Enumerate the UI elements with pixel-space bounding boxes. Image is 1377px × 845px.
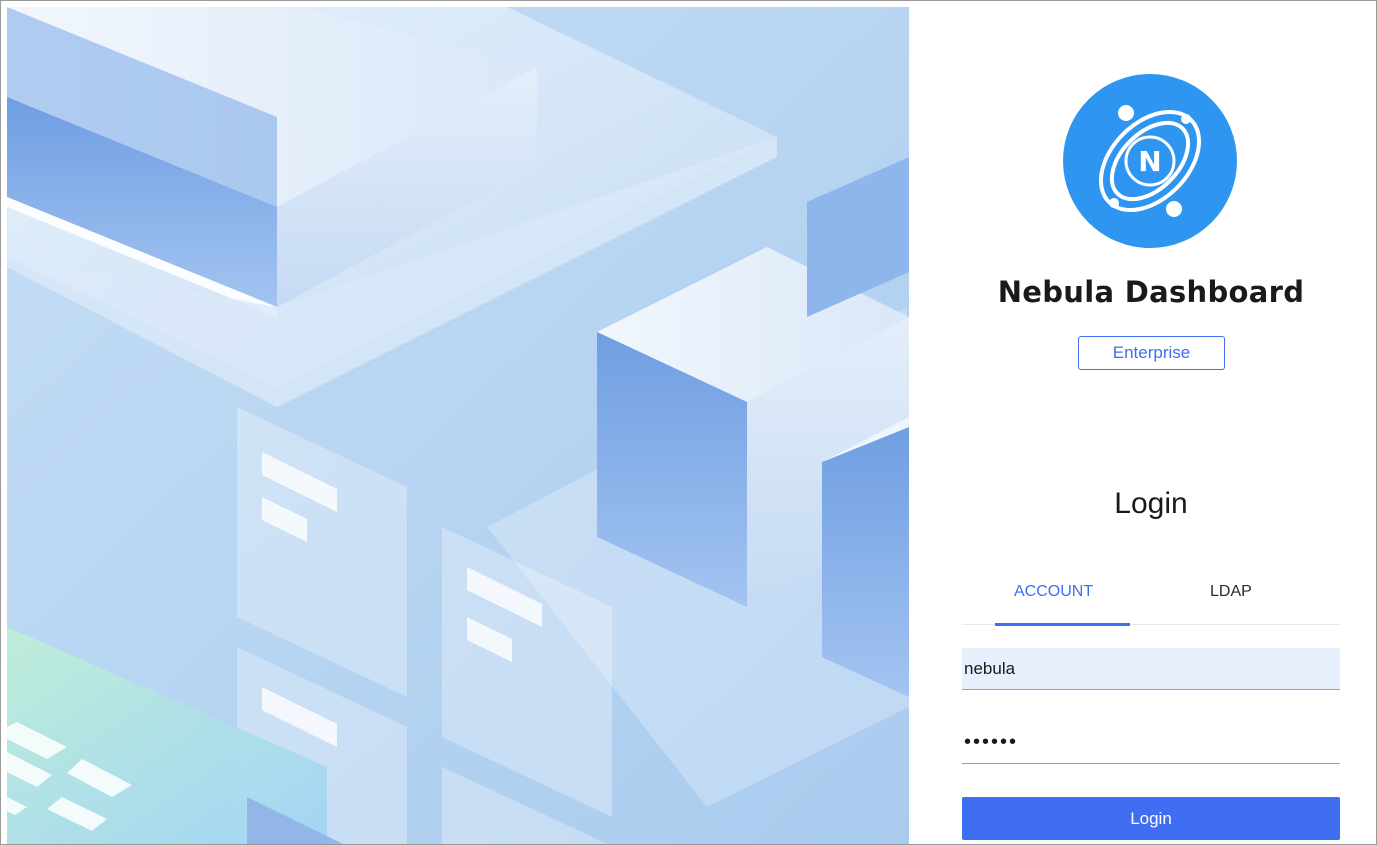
login-page: N Nebula Dashboard Enterprise Login ACCO… [0, 0, 1377, 845]
username-input[interactable] [962, 648, 1340, 690]
app-title: Nebula Dashboard [997, 275, 1305, 309]
nebula-orbit-logo-icon: N [1062, 73, 1238, 249]
tab-ldap[interactable]: LDAP [1210, 583, 1252, 601]
password-input[interactable] [962, 722, 1340, 764]
active-tab-indicator [995, 623, 1130, 626]
login-heading: Login [1114, 487, 1188, 520]
svg-text:N: N [1138, 145, 1161, 178]
login-panel: N Nebula Dashboard Enterprise Login ACCO… [909, 7, 1376, 844]
login-method-tabs: ACCOUNT LDAP [962, 567, 1340, 626]
isometric-blocks-illustration [7, 7, 909, 844]
edition-badge: Enterprise [1078, 336, 1225, 370]
tab-account[interactable]: ACCOUNT [1014, 583, 1093, 601]
hero-illustration [7, 7, 909, 844]
login-button[interactable]: Login [962, 797, 1340, 840]
